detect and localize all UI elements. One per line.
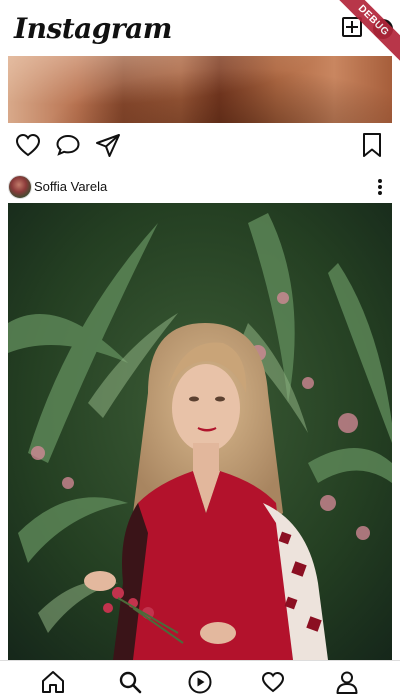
post-header: Soffia Varela xyxy=(0,172,400,202)
comment-icon[interactable] xyxy=(54,131,82,159)
app-bar: Instagram DEBUG xyxy=(0,0,400,67)
avatar[interactable] xyxy=(8,175,32,199)
home-icon[interactable] xyxy=(40,669,66,695)
previous-post-image[interactable] xyxy=(8,56,392,123)
post-image[interactable] xyxy=(8,203,392,660)
send-icon[interactable] xyxy=(94,131,122,159)
post-username[interactable]: Soffia Varela xyxy=(34,179,107,194)
more-vert-icon[interactable] xyxy=(372,177,388,197)
reels-icon[interactable] xyxy=(187,669,213,695)
heart-icon[interactable] xyxy=(260,669,286,695)
profile-icon[interactable] xyxy=(334,669,360,695)
search-icon[interactable] xyxy=(117,669,143,695)
instagram-logo[interactable]: Instagram xyxy=(14,12,172,45)
bookmark-icon[interactable] xyxy=(358,131,386,159)
bottom-navigation xyxy=(0,660,400,700)
heart-icon[interactable] xyxy=(14,131,42,159)
post-photo-illustration xyxy=(8,203,392,660)
post-action-row xyxy=(0,127,400,163)
